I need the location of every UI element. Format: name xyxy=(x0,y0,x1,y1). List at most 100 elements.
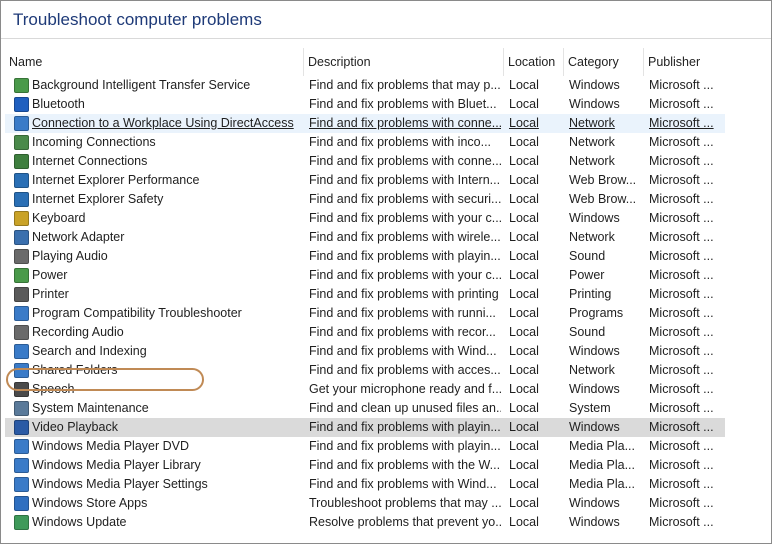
row-description: Find and fix problems with Wind... xyxy=(309,344,497,358)
row-publisher: Microsoft ... xyxy=(649,154,714,168)
ie-safety-icon xyxy=(14,192,29,207)
table-row[interactable]: Power Find and fix problems with your c..… xyxy=(5,266,725,285)
table-row[interactable]: Internet Explorer Safety Find and fix pro… xyxy=(5,190,725,209)
row-name: Shared Folders xyxy=(32,363,118,377)
row-name: Printer xyxy=(32,287,69,301)
media-player-dvd-icon xyxy=(14,439,29,454)
row-location: Local xyxy=(509,135,539,149)
row-location: Local xyxy=(509,78,539,92)
table-row[interactable]: Internet Explorer Performance Find and fi… xyxy=(5,171,725,190)
table-row[interactable]: Video Playback Find and fix problems with… xyxy=(5,418,725,437)
row-category: System xyxy=(569,401,611,415)
row-location: Local xyxy=(509,401,539,415)
row-publisher: Microsoft ... xyxy=(649,382,714,396)
row-location: Local xyxy=(509,439,539,453)
row-name: Windows Media Player Library xyxy=(32,458,201,472)
row-publisher: Microsoft ... xyxy=(649,249,714,263)
table-row[interactable]: Network Adapter Find and fix problems wit… xyxy=(5,228,725,247)
row-name: Bluetooth xyxy=(32,97,85,111)
row-name: Power xyxy=(32,268,68,282)
row-description: Find and fix problems with Bluet... xyxy=(309,97,497,111)
column-header-publisher[interactable]: Publisher xyxy=(643,48,725,76)
title-divider xyxy=(1,38,771,39)
row-category: Network xyxy=(569,135,615,149)
network-adapter-icon xyxy=(14,230,29,245)
row-name: Connection to a Workplace Using DirectAc… xyxy=(32,116,294,130)
row-name: Windows Media Player DVD xyxy=(32,439,189,453)
column-header-name[interactable]: Name xyxy=(5,48,303,76)
row-name: Video Playback xyxy=(32,420,118,434)
row-description: Find and fix problems with playin... xyxy=(309,439,501,453)
table-row[interactable]: Windows Store Apps Troubleshoot problems … xyxy=(5,494,725,513)
table-row[interactable]: Playing Audio Find and fix problems with … xyxy=(5,247,725,266)
row-location: Local xyxy=(509,363,539,377)
row-name: Program Compatibility Troubleshooter xyxy=(32,306,242,320)
row-category: Web Brow... xyxy=(569,192,637,206)
transfer-icon xyxy=(14,78,29,93)
table-body: Background Intelligent Transfer Service F… xyxy=(5,76,725,532)
table-row[interactable]: Printer Find and fix problems with printi… xyxy=(5,285,725,304)
row-name: Keyboard xyxy=(32,211,86,225)
table-row[interactable]: Program Compatibility Troubleshooter Find… xyxy=(5,304,725,323)
table-row[interactable]: Shared Folders Find and fix problems with… xyxy=(5,361,725,380)
row-publisher: Microsoft ... xyxy=(649,287,714,301)
row-description: Find and fix problems that may p... xyxy=(309,78,501,92)
table-row[interactable]: Internet Connections Find and fix problem… xyxy=(5,152,725,171)
table-row[interactable]: Incoming Connections Find and fix problem… xyxy=(5,133,725,152)
table-row[interactable]: System Maintenance Find and clean up unus… xyxy=(5,399,725,418)
row-location: Local xyxy=(509,249,539,263)
row-location: Local xyxy=(509,420,539,434)
speech-icon xyxy=(14,382,29,397)
windows-update-icon xyxy=(14,515,29,530)
store-apps-icon xyxy=(14,496,29,511)
column-header-location[interactable]: Location xyxy=(503,48,563,76)
row-publisher: Microsoft ... xyxy=(649,344,714,358)
column-header-category[interactable]: Category xyxy=(563,48,643,76)
row-category: Windows xyxy=(569,78,620,92)
row-name: Background Intelligent Transfer Service xyxy=(32,78,251,92)
row-publisher: Microsoft ... xyxy=(649,116,714,130)
table-row[interactable]: Windows Media Player DVD Find and fix pro… xyxy=(5,437,725,456)
row-category: Network xyxy=(569,116,615,130)
bluetooth-icon xyxy=(14,97,29,112)
table-row[interactable]: Search and Indexing Find and fix problems… xyxy=(5,342,725,361)
row-description: Get your microphone ready and f... xyxy=(309,382,501,396)
row-publisher: Microsoft ... xyxy=(649,135,714,149)
column-header-description[interactable]: Description xyxy=(303,48,503,76)
row-location: Local xyxy=(509,325,539,339)
row-publisher: Microsoft ... xyxy=(649,192,714,206)
table-row[interactable]: Windows Media Player Settings Find and fi… xyxy=(5,475,725,494)
row-name: Speech xyxy=(32,382,75,396)
row-publisher: Microsoft ... xyxy=(649,477,714,491)
row-name: Windows Update xyxy=(32,515,127,529)
row-location: Local xyxy=(509,211,539,225)
row-name: Windows Media Player Settings xyxy=(32,477,208,491)
table-row[interactable]: Recording Audio Find and fix problems wit… xyxy=(5,323,725,342)
table-row[interactable]: Speech Get your microphone ready and f...… xyxy=(5,380,725,399)
row-location: Local xyxy=(509,268,539,282)
table-row[interactable]: Windows Update Resolve problems that prev… xyxy=(5,513,725,532)
row-location: Local xyxy=(509,173,539,187)
row-name: Playing Audio xyxy=(32,249,108,263)
row-publisher: Microsoft ... xyxy=(649,401,714,415)
speaker-icon xyxy=(14,249,29,264)
keyboard-icon xyxy=(14,211,29,226)
table-row[interactable]: Keyboard Find and fix problems with your … xyxy=(5,209,725,228)
row-category: Media Pla... xyxy=(569,477,636,491)
internet-connections-icon xyxy=(14,154,29,169)
row-location: Local xyxy=(509,477,539,491)
row-location: Local xyxy=(509,97,539,111)
row-location: Local xyxy=(509,496,539,510)
table-row[interactable]: Connection to a Workplace Using DirectAc… xyxy=(5,114,725,133)
row-category: Sound xyxy=(569,325,606,339)
row-location: Local xyxy=(509,344,539,358)
table-row[interactable]: Background Intelligent Transfer Service F… xyxy=(5,76,725,95)
row-category: Media Pla... xyxy=(569,458,636,472)
table-row[interactable]: Windows Media Player Library Find and fix… xyxy=(5,456,725,475)
row-category: Windows xyxy=(569,97,620,111)
microphone-icon xyxy=(14,325,29,340)
row-description: Find and fix problems with Wind... xyxy=(309,477,497,491)
row-category: Power xyxy=(569,268,605,282)
table-row[interactable]: Bluetooth Find and fix problems with Blue… xyxy=(5,95,725,114)
row-category: Windows xyxy=(569,420,620,434)
